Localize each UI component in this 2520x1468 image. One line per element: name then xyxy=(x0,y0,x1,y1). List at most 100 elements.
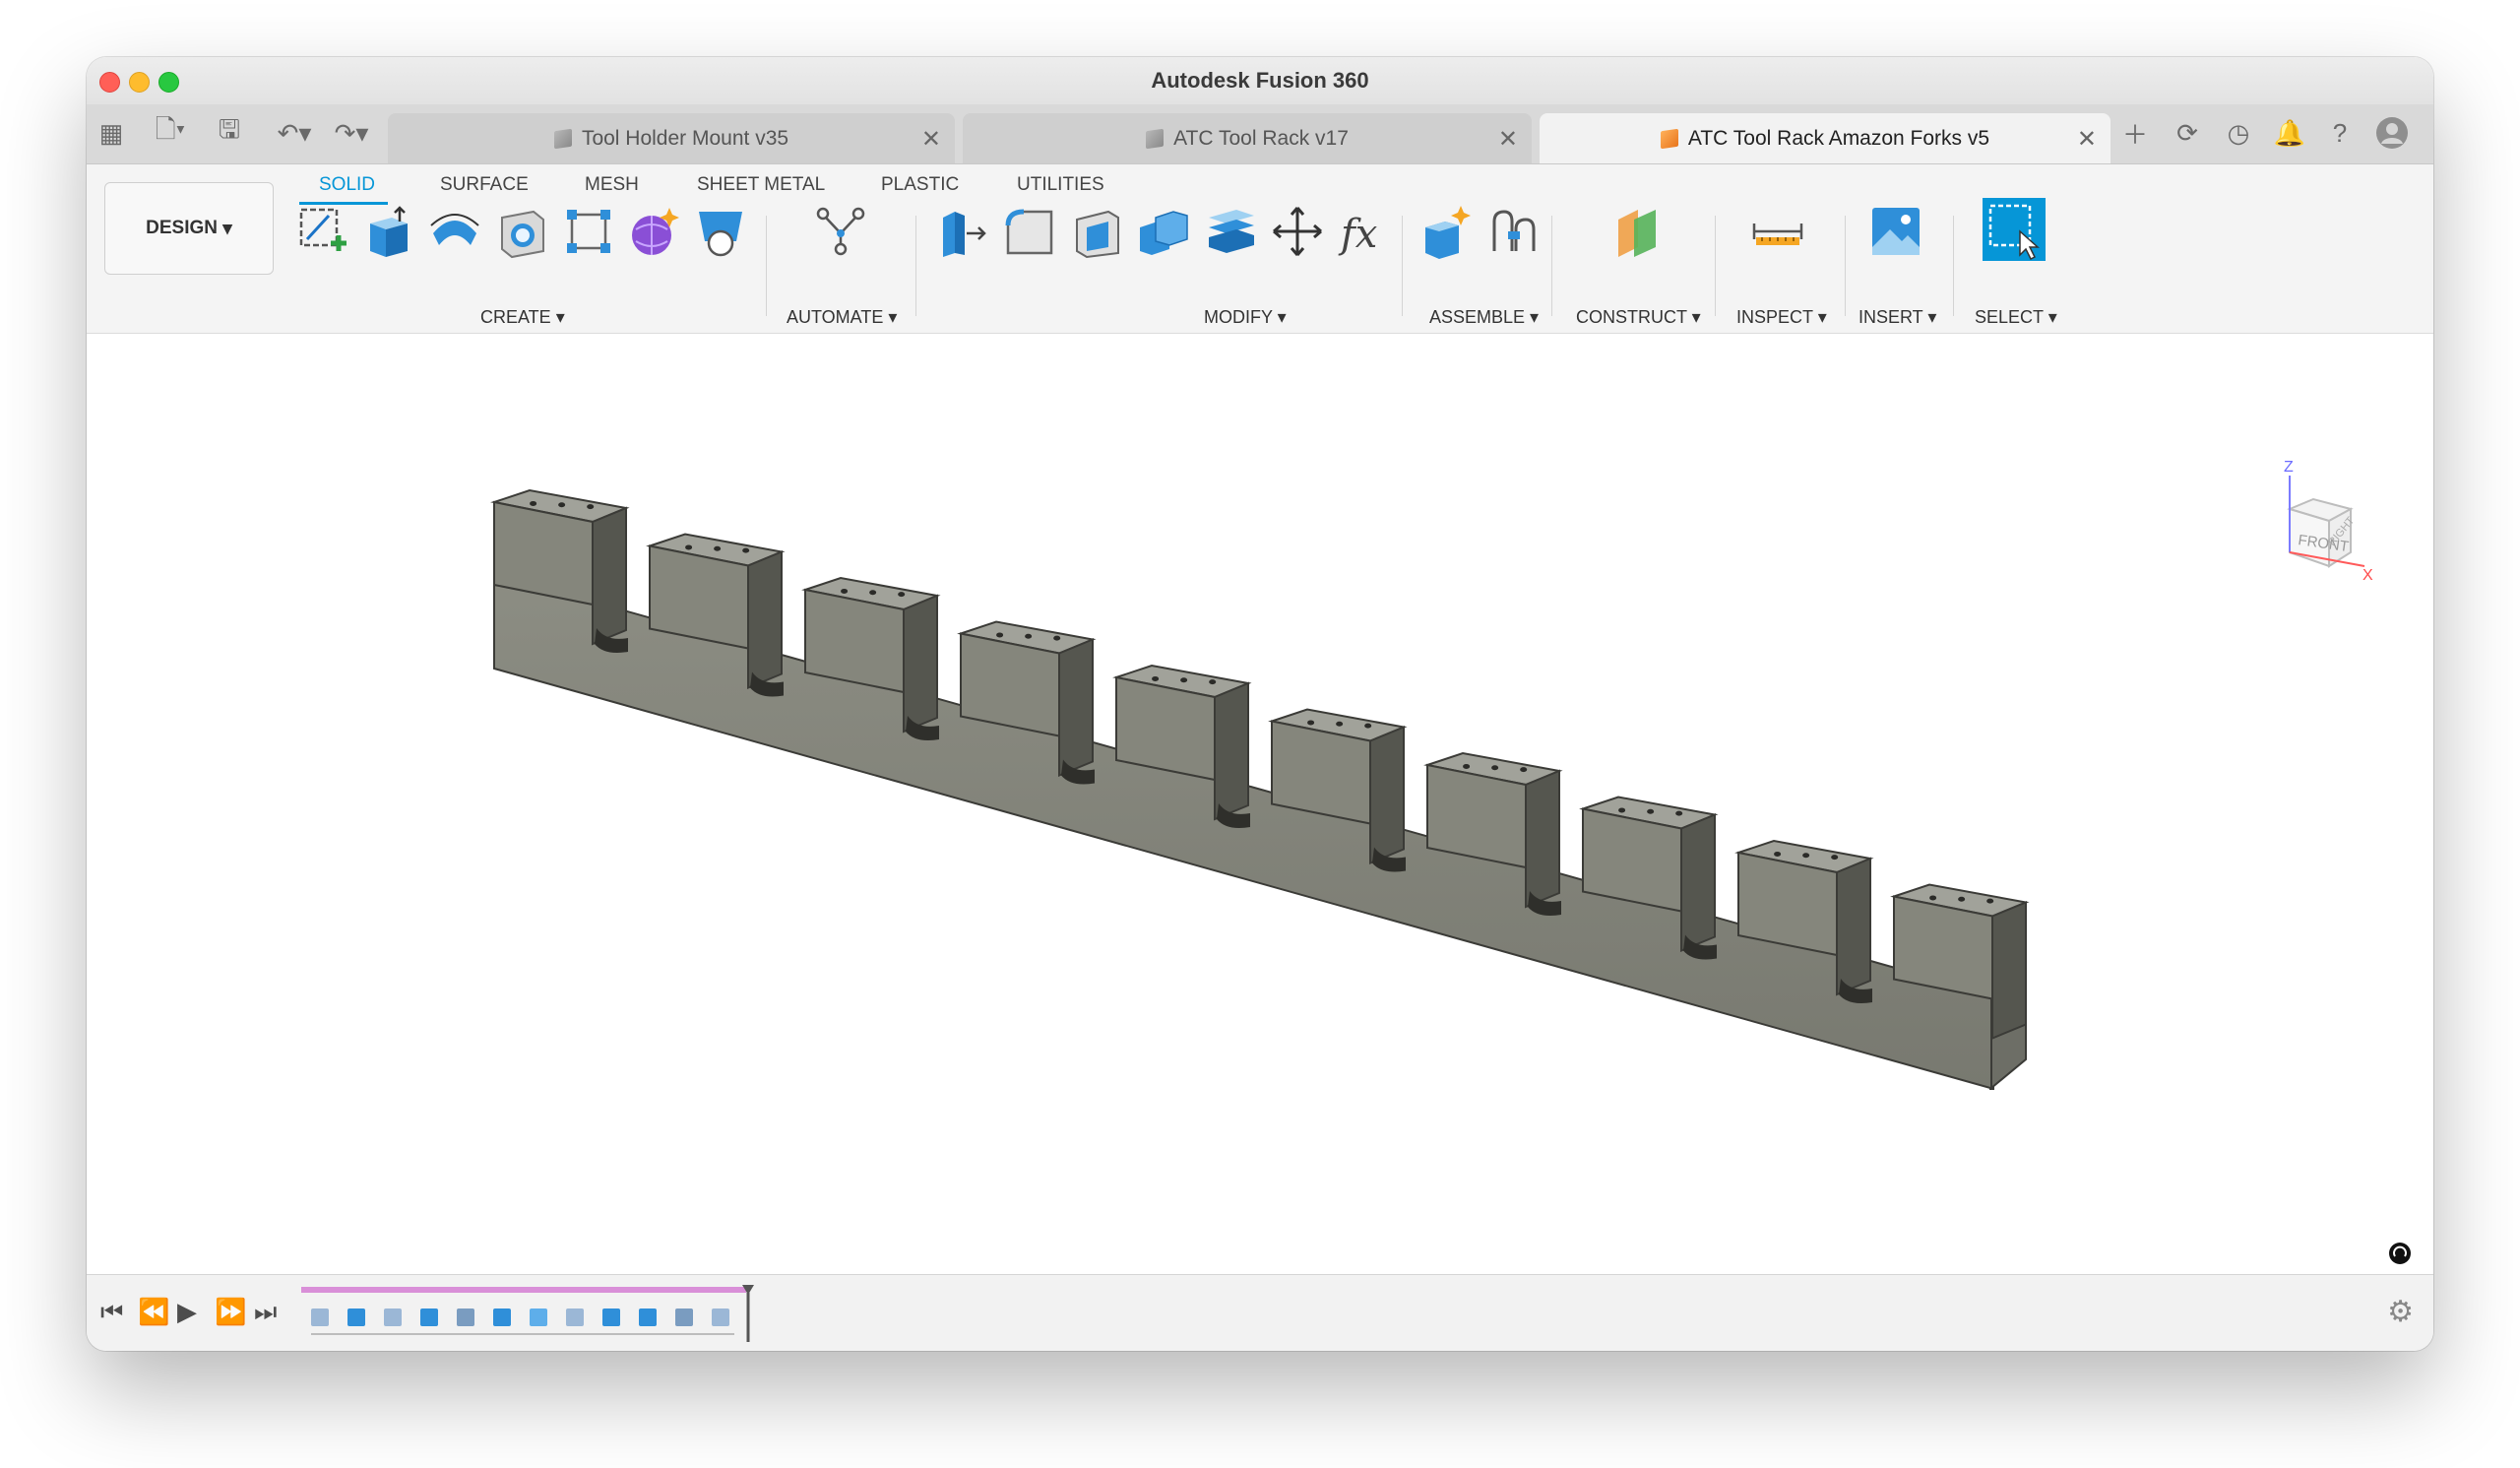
design-workspace-dropdown[interactable]: DESIGN ▾ xyxy=(104,182,274,275)
tab-sheet-metal[interactable]: SHEET METAL xyxy=(697,174,825,196)
toolbar-separator xyxy=(1845,216,1846,316)
job-status-icon[interactable]: ◷ xyxy=(2222,116,2255,150)
tab-tool-holder-mount[interactable]: Tool Holder Mount v35 ✕ xyxy=(388,113,955,163)
joint-icon[interactable] xyxy=(1486,204,1542,259)
svg-text:fx: fx xyxy=(1338,212,1377,257)
orbit-toggle-icon[interactable] xyxy=(2389,1243,2411,1264)
step-back-icon[interactable]: ⏪ xyxy=(138,1297,169,1327)
insert-image-icon[interactable] xyxy=(1868,204,1923,259)
timeline-feature-icon[interactable] xyxy=(639,1308,657,1326)
document-tab-bar: ▦ 🗋▾ 🖫 ↶▾ ↷▾ Tool Holder Mount v35 ✕ ATC… xyxy=(87,104,2433,164)
document-icon xyxy=(1660,128,1678,149)
file-menu-icon[interactable]: 🗋▾ xyxy=(148,114,193,150)
go-to-start-icon[interactable]: ⏮ xyxy=(100,1297,123,1328)
toolbar-separator xyxy=(1953,216,1954,316)
timeline-feature-icon[interactable] xyxy=(457,1308,474,1326)
timeline-feature-icon[interactable] xyxy=(420,1308,438,1326)
help-icon[interactable]: ? xyxy=(2323,116,2357,150)
shell-icon[interactable] xyxy=(1069,204,1124,259)
toolbar-separator xyxy=(1551,216,1552,316)
timeline-feature-icon[interactable] xyxy=(566,1308,584,1326)
extrude-icon[interactable] xyxy=(362,204,417,259)
pattern-icon[interactable] xyxy=(561,204,616,259)
tab-surface[interactable]: SURFACE xyxy=(440,174,529,196)
timeline-feature-icon[interactable] xyxy=(602,1308,620,1326)
tab-atc-tool-rack[interactable]: ATC Tool Rack v17 ✕ xyxy=(963,113,1532,163)
new-component-icon[interactable] xyxy=(1419,204,1475,259)
toolbar-separator xyxy=(1402,216,1403,316)
viewcube-z-axis-label: Z xyxy=(2284,459,2294,476)
document-icon xyxy=(553,128,572,149)
combine-icon[interactable] xyxy=(1136,204,1191,259)
inspect-group-label[interactable]: INSPECT ▾ xyxy=(1736,307,1827,328)
modify-group-label[interactable]: MODIFY ▾ xyxy=(1204,307,1287,328)
tab-solid[interactable]: SOLID xyxy=(319,174,375,196)
design-label: DESIGN xyxy=(146,218,219,238)
tab-label: Tool Holder Mount v35 xyxy=(581,126,789,150)
tab-close-icon[interactable]: ✕ xyxy=(1498,125,1518,154)
offset-plane-icon[interactable] xyxy=(1610,204,1666,259)
tab-close-icon[interactable]: ✕ xyxy=(2077,125,2097,154)
timeline-feature-icon[interactable] xyxy=(675,1308,693,1326)
select-group-label[interactable]: SELECT ▾ xyxy=(1975,307,2057,328)
hole-icon[interactable] xyxy=(494,204,549,259)
tab-label: ATC Tool Rack Amazon Forks v5 xyxy=(1687,126,1990,150)
user-avatar[interactable] xyxy=(2372,116,2412,150)
viewcube-x-axis-label: X xyxy=(2362,567,2373,584)
tab-mesh[interactable]: MESH xyxy=(585,174,639,196)
window-title: Autodesk Fusion 360 xyxy=(1151,68,1369,93)
construct-group-label[interactable]: CONSTRUCT ▾ xyxy=(1576,307,1701,328)
select-icon[interactable] xyxy=(1983,198,2046,261)
model-canvas[interactable]: FRONT RIGHT Z X xyxy=(87,334,2433,1274)
form-icon[interactable] xyxy=(626,204,681,259)
timeline-settings-gear-icon[interactable]: ⚙ xyxy=(2387,1295,2414,1329)
create-sketch-icon[interactable] xyxy=(295,204,350,259)
timeline-bar: ⏮ ⏪ ▶ ⏩ ⏭ ⚙ xyxy=(87,1274,2433,1351)
toolbar-separator xyxy=(915,216,916,316)
save-icon[interactable]: 🖫 xyxy=(215,114,244,150)
automate-icon[interactable] xyxy=(813,204,868,259)
step-forward-icon[interactable]: ⏩ xyxy=(215,1297,246,1327)
ribbon-toolbar: DESIGN ▾ SOLID SURFACE MESH SHEET METAL … xyxy=(87,164,2433,334)
app-window: Autodesk Fusion 360 ▦ 🗋▾ 🖫 ↶▾ ↷▾ Tool Ho… xyxy=(87,57,2433,1351)
measure-icon[interactable] xyxy=(1750,204,1805,259)
3d-viewport[interactable]: FRONT RIGHT Z X ✥▾ ▣ ✋ 🔍 🔎▾ 🖥▾ ▦▾ ⊞▾ xyxy=(87,334,2433,1323)
timeline-feature-icon[interactable] xyxy=(311,1308,329,1326)
insert-group-label[interactable]: INSERT ▾ xyxy=(1858,307,1936,328)
timeline-feature-icon[interactable] xyxy=(493,1308,511,1326)
timeline-feature-icon[interactable] xyxy=(530,1308,547,1326)
split-body-icon[interactable] xyxy=(1203,204,1258,259)
notifications-icon[interactable]: 🔔 xyxy=(2273,116,2306,150)
tab-close-icon[interactable]: ✕ xyxy=(921,125,941,154)
timeline-feature-icon[interactable] xyxy=(347,1308,365,1326)
parameters-icon[interactable]: fx xyxy=(1337,204,1392,259)
move-icon[interactable] xyxy=(1270,204,1325,259)
view-cube[interactable]: FRONT RIGHT Z X xyxy=(2284,459,2373,584)
assemble-group-label[interactable]: ASSEMBLE ▾ xyxy=(1429,307,1539,328)
timeline-track[interactable] xyxy=(301,1275,774,1351)
fillet-icon[interactable] xyxy=(1002,204,1057,259)
press-pull-icon[interactable] xyxy=(935,204,990,259)
tab-atc-tool-rack-amazon-forks[interactable]: ATC Tool Rack Amazon Forks v5 ✕ xyxy=(1540,113,2110,163)
document-icon xyxy=(1146,128,1165,149)
redo-icon[interactable]: ↷▾ xyxy=(327,116,376,150)
go-to-end-icon[interactable]: ⏭ xyxy=(254,1297,277,1328)
create-group-label[interactable]: CREATE ▾ xyxy=(480,307,565,328)
timeline-feature-icon[interactable] xyxy=(384,1308,402,1326)
tab-utilities[interactable]: UTILITIES xyxy=(1017,174,1104,196)
tab-label: ATC Tool Rack v17 xyxy=(1173,126,1349,150)
automate-group-label[interactable]: AUTOMATE ▾ xyxy=(787,307,897,328)
derive-icon[interactable] xyxy=(693,204,748,259)
undo-icon[interactable]: ↶▾ xyxy=(270,116,319,150)
apps-grid-icon[interactable]: ▦ xyxy=(96,116,126,150)
revolve-icon[interactable] xyxy=(427,204,482,259)
tab-plastic[interactable]: PLASTIC xyxy=(881,174,959,196)
tool-rack-model[interactable] xyxy=(493,572,2027,1091)
timeline-feature-icon[interactable] xyxy=(712,1308,729,1326)
extensions-icon[interactable]: ⟳ xyxy=(2171,116,2204,150)
new-tab-icon[interactable]: ＋ xyxy=(2118,116,2152,150)
title-bar: Autodesk Fusion 360 xyxy=(87,57,2433,104)
toolbar-separator xyxy=(766,216,767,316)
play-icon[interactable]: ▶ xyxy=(177,1297,197,1327)
toolbar-separator xyxy=(1715,216,1716,316)
